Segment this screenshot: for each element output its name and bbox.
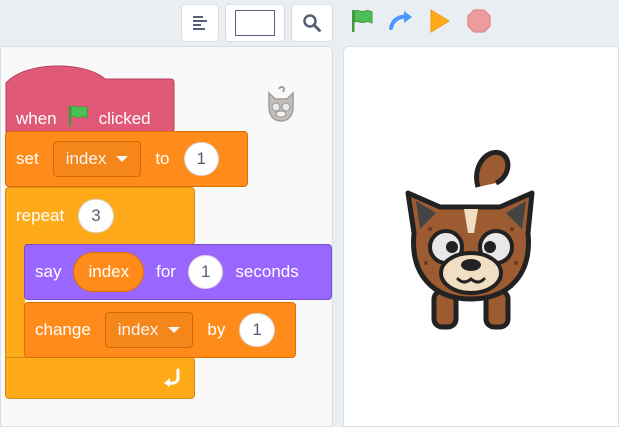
caret-down-icon [116, 156, 129, 162]
caret-down-icon [168, 327, 181, 333]
repeat-arm [5, 243, 25, 369]
change-variable-block[interactable]: change index by 1 [24, 302, 296, 358]
set-value-input[interactable]: 1 [183, 142, 219, 176]
sprite-thumbnail [263, 85, 299, 125]
play-button[interactable] [425, 8, 455, 38]
seconds-input[interactable]: 1 [187, 255, 224, 289]
index-reporter[interactable]: index [73, 252, 145, 292]
stop-button[interactable] [464, 8, 494, 38]
repeat-count-input[interactable]: 3 [78, 199, 114, 233]
loop-arrow-icon [162, 367, 184, 392]
hat-content: when clicked [16, 103, 151, 134]
dog-sprite[interactable] [400, 143, 542, 339]
say-label: say [35, 262, 62, 281]
seconds-label: seconds [235, 262, 299, 281]
repeat-block[interactable]: repeat 3 [5, 187, 195, 245]
code-view-button[interactable] [181, 4, 219, 42]
clicked-label: clicked [98, 108, 151, 128]
when-flag-clicked-block[interactable]: when clicked [5, 57, 175, 134]
change-value-input[interactable]: 1 [239, 313, 275, 347]
to-label: to [155, 149, 170, 168]
play-icon [428, 8, 452, 39]
redo-arrow-icon [387, 8, 415, 39]
repeat-label: repeat [16, 206, 65, 225]
toolbar [0, 0, 619, 46]
when-label: when [16, 108, 57, 128]
green-flag-icon [65, 103, 91, 134]
zoom-icon [302, 13, 322, 33]
set-label: set [16, 149, 39, 168]
repeat-block-bottom[interactable] [5, 357, 195, 399]
code-area[interactable]: when clicked set index to 1 repeat 3 say… [0, 46, 333, 427]
stop-icon [466, 8, 492, 39]
variable-name: index [117, 320, 159, 339]
stage[interactable] [343, 46, 619, 427]
blank-field [235, 10, 275, 36]
variable-dropdown[interactable]: index [104, 312, 194, 348]
variable-dropdown[interactable]: index [52, 141, 142, 177]
code-view-icon [191, 15, 209, 31]
set-variable-block[interactable]: set index to 1 [5, 131, 248, 187]
sprite-size-button[interactable] [225, 4, 285, 42]
by-label: by [207, 320, 226, 339]
variable-name: index [65, 149, 107, 168]
change-label: change [35, 320, 91, 339]
green-flag-icon [348, 7, 376, 40]
redo-button[interactable] [386, 8, 416, 38]
green-flag-button[interactable] [347, 8, 377, 38]
for-label: for [156, 262, 176, 281]
zoom-button[interactable] [291, 4, 333, 42]
say-for-seconds-block[interactable]: say index for 1 seconds [24, 244, 332, 300]
